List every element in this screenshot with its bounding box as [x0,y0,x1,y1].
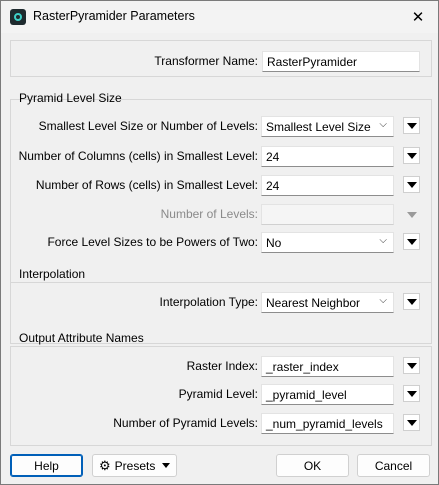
presets-button[interactable]: ⚙ Presets [92,454,177,477]
interpolation-type-value: Nearest Neighbor [266,296,361,310]
dialog-content: Transformer Name: RasterPyramider Pyrami… [1,33,438,484]
interpolation-type-select[interactable]: Nearest Neighbor ⌵ [261,292,394,313]
smallest-level-value: Smallest Level Size [266,120,371,134]
num-pyramid-levels-label: Number of Pyramid Levels: [113,416,258,430]
num-levels-label: Number of Levels: [160,207,258,221]
pyramid-level-field[interactable]: _pyramid_level [261,384,394,405]
powers-of-two-value: No [266,236,282,250]
transformer-name-field[interactable]: RasterPyramider [262,51,420,72]
columns-label: Number of Columns (cells) in Smallest Le… [18,149,258,163]
raster-index-menu-button[interactable] [403,357,420,374]
ok-button[interactable]: OK [276,454,349,477]
output-attribute-names-group: Output Attribute Names Raster Index: _ra… [10,331,432,446]
rows-label: Number of Rows (cells) in Smallest Level… [35,178,258,192]
triangle-down-icon [406,362,417,369]
app-icon [10,9,26,25]
pyramid-level-label: Pyramid Level: [178,387,258,401]
columns-field[interactable]: 24 [261,146,394,167]
num-pyramid-levels-field[interactable]: _num_pyramid_levels [261,413,394,434]
num-levels-menu-button [403,206,420,223]
dialog-window: RasterPyramider Parameters ✕ Transformer… [0,0,439,485]
close-icon: ✕ [411,9,425,26]
num-levels-field [261,204,394,225]
pyramid-level-size-group: Pyramid Level Size Smallest Level Size o… [10,91,432,290]
transformer-name-label: Transformer Name: [154,54,258,68]
smallest-level-label: Smallest Level Size or Number of Levels: [38,119,258,133]
powers-of-two-label: Force Level Sizes to be Powers of Two: [47,235,258,249]
triangle-down-icon [406,181,417,188]
smallest-level-select[interactable]: Smallest Level Size ⌵ [261,116,394,137]
interpolation-title: Interpolation [19,267,86,281]
triangle-down-icon [406,419,417,426]
window-title: RasterPyramider Parameters [33,9,195,23]
transformer-name-group: Transformer Name: RasterPyramider [10,40,432,77]
triangle-down-icon [406,298,417,305]
pyramid-level-size-title: Pyramid Level Size [19,91,122,105]
triangle-down-icon [406,390,417,397]
powers-of-two-select[interactable]: No ⌵ [261,232,394,253]
interpolation-type-label: Interpolation Type: [159,295,258,309]
triangle-down-icon [406,152,417,159]
gear-icon: ⚙ [99,457,111,473]
output-attribute-names-title: Output Attribute Names [19,331,144,345]
chevron-down-icon: ⌵ [379,235,387,246]
triangle-down-icon [406,122,417,129]
rows-menu-button[interactable] [403,176,420,193]
num-pyramid-levels-menu-button[interactable] [403,414,420,431]
raster-index-label: Raster Index: [186,359,258,373]
close-button[interactable]: ✕ [406,5,430,29]
chevron-down-icon: ⌵ [379,295,387,306]
smallest-level-menu-button[interactable] [403,117,420,134]
columns-menu-button[interactable] [403,147,420,164]
cancel-button[interactable]: Cancel [357,454,430,477]
powers-of-two-menu-button[interactable] [403,233,420,250]
raster-index-field[interactable]: _raster_index [261,356,394,377]
triangle-down-icon [406,211,417,218]
help-button[interactable]: Help [10,454,83,477]
title-bar: RasterPyramider Parameters ✕ [1,1,438,33]
triangle-down-icon [162,463,171,468]
chevron-down-icon: ⌵ [379,119,387,130]
rows-field[interactable]: 24 [261,175,394,196]
triangle-down-icon [406,238,417,245]
interpolation-type-menu-button[interactable] [403,293,420,310]
pyramid-level-menu-button[interactable] [403,385,420,402]
presets-label: Presets [114,458,156,473]
